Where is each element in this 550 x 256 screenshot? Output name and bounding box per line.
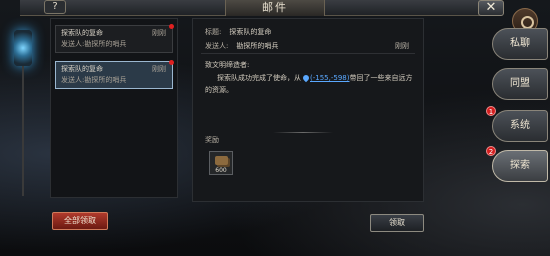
detail-title-row: 标题: 探索队的复命 — [205, 27, 271, 37]
chain-decoration — [22, 66, 24, 196]
top-bar: ? 邮件 — [20, 0, 490, 16]
greeting: 致文明缔造者: — [205, 61, 250, 69]
mail-sender: 发送人:勘探所的哨兵 — [61, 76, 127, 84]
close-button[interactable]: ✕ — [478, 0, 504, 16]
coordinates-link[interactable]: (-155,-598) — [310, 74, 349, 82]
title-value: 探索队的复命 — [229, 28, 272, 36]
reward-separator — [273, 132, 333, 133]
lantern-decoration — [14, 30, 32, 66]
help-button[interactable]: ? — [44, 0, 66, 14]
body-before: 探索队成功完成了使命，从 — [217, 74, 301, 82]
window-title: 邮件 — [225, 0, 325, 16]
mail-list: 探索队的复命 发送人:勘探所的哨兵 刚刚 探索队的复命 发送人:勘探所的哨兵 刚… — [50, 18, 178, 198]
reward-quantity: 600 — [215, 167, 227, 174]
unread-dot — [169, 60, 174, 65]
tab-explore[interactable]: 探索 — [492, 150, 548, 182]
sender-value: 勘探所的哨兵 — [236, 42, 279, 50]
wood-resource-icon — [215, 156, 228, 165]
title-label: 标题: — [205, 28, 222, 36]
location-pin-icon — [301, 73, 311, 83]
detail-sender-row: 发送人: 勘探所的哨兵 — [205, 41, 278, 51]
reward-label: 奖励 — [205, 136, 219, 144]
system-badge: 1 — [486, 106, 496, 116]
mail-list-item-selected[interactable]: 探索队的复命 发送人:勘探所的哨兵 刚刚 — [55, 60, 174, 89]
mail-detail: 标题: 探索队的复命 发送人: 勘探所的哨兵 刚刚 致文明缔造者: 探索队成功完成了… — [192, 18, 424, 202]
mail-sender: 发送人:勘探所的哨兵 — [61, 40, 127, 48]
unread-dot — [169, 24, 174, 29]
mail-time: 刚刚 — [152, 29, 166, 37]
mail-list-item[interactable]: 探索队的复命 发送人:勘探所的哨兵 刚刚 — [55, 24, 174, 53]
collect-button[interactable]: 领取 — [370, 214, 424, 232]
tab-private-chat[interactable]: 私聊 — [492, 28, 548, 60]
sender-label: 发送人: — [205, 42, 229, 50]
reward-item[interactable]: 600 — [209, 151, 233, 175]
mail-body: 探索队成功完成了使命，从 (-155,-598)带回了一些来自远方的资源。 — [205, 72, 415, 96]
tab-system[interactable]: 系统 — [492, 110, 548, 142]
explore-badge: 2 — [486, 146, 496, 156]
tab-alliance[interactable]: 同盟 — [492, 68, 548, 100]
collect-all-button[interactable]: 全部领取 — [52, 212, 108, 230]
mail-time: 刚刚 — [152, 65, 166, 73]
divider — [201, 53, 415, 54]
detail-time: 刚刚 — [395, 42, 409, 50]
